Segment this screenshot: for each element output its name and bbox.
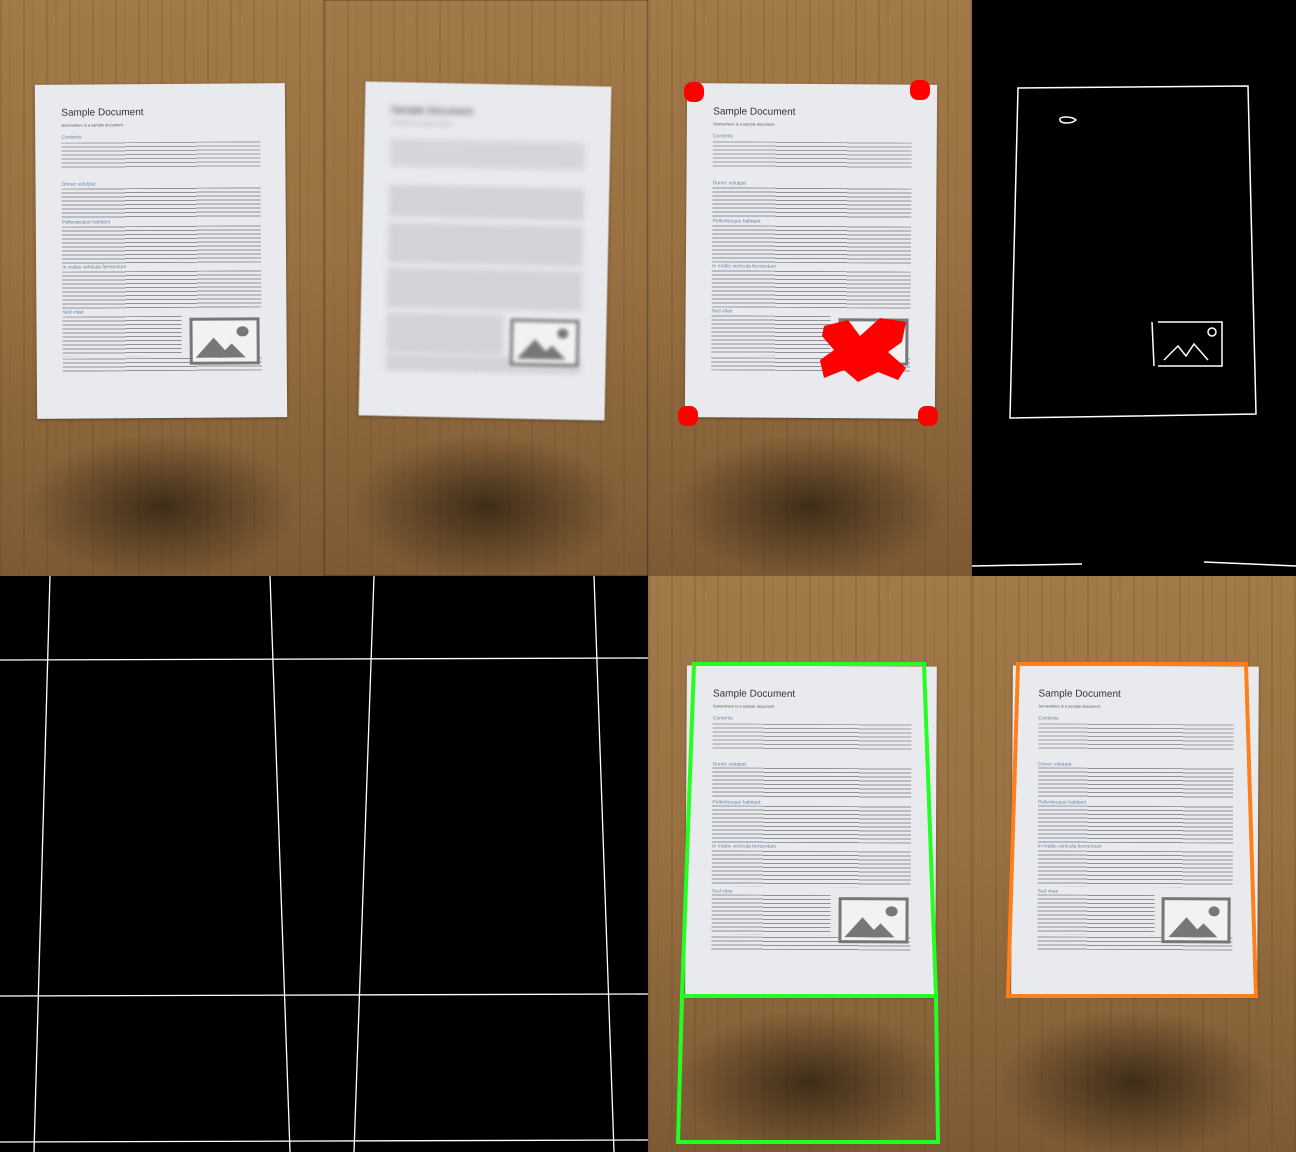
image-placeholder-icon [509, 318, 580, 367]
section-heading: Donec volutpat [61, 181, 96, 188]
document-subtitle: Somewhere is a sample document [390, 120, 452, 127]
detected-contour-panel: Sample Document Somewhere is a sample do… [648, 576, 972, 1152]
corner-detection-panel: Sample Document Somewhere is a sample do… [648, 0, 972, 576]
document-page: Sample Document Somewhere is a sample do… [34, 83, 288, 419]
edge-outline [972, 85, 1296, 567]
document-page: Sample Document Somewhere is a sample do… [358, 81, 612, 421]
toc-lines [61, 141, 261, 170]
section-heading: Sed vitae [62, 309, 84, 317]
paragraph [62, 270, 262, 309]
orange-quad-outline [1005, 662, 1259, 998]
paragraph [61, 186, 261, 219]
paragraph [388, 185, 585, 220]
edge-detection-panel [972, 0, 1296, 576]
green-quad-outline [675, 662, 941, 1144]
original-photo-panel: Sample Document Somewhere is a sample do… [0, 0, 324, 576]
section-heading: Contents [61, 134, 82, 141]
blurred-photo-panel: Sample Document Somewhere is a sample do… [324, 0, 648, 576]
hough-lines-panel [0, 576, 648, 1152]
image-placeholder-icon [188, 317, 260, 365]
paragraph [387, 223, 584, 265]
hough-lines [0, 576, 648, 1152]
feature-blob [820, 318, 906, 382]
paragraph [62, 315, 182, 357]
paragraph [385, 314, 504, 357]
paragraph [62, 225, 262, 264]
final-contour-panel: Sample Document Somewhere is a sample do… [972, 576, 1296, 1152]
toc-lines [389, 140, 586, 172]
document-title: Sample Document [61, 107, 144, 120]
paragraph [386, 268, 583, 310]
document-title: Sample Document [390, 105, 474, 119]
section-heading: Pellentesque habitant [62, 219, 111, 226]
section-heading: In mattis vehicula fermentum [62, 264, 127, 272]
document-subtitle: Somewhere is a sample document [61, 122, 123, 129]
